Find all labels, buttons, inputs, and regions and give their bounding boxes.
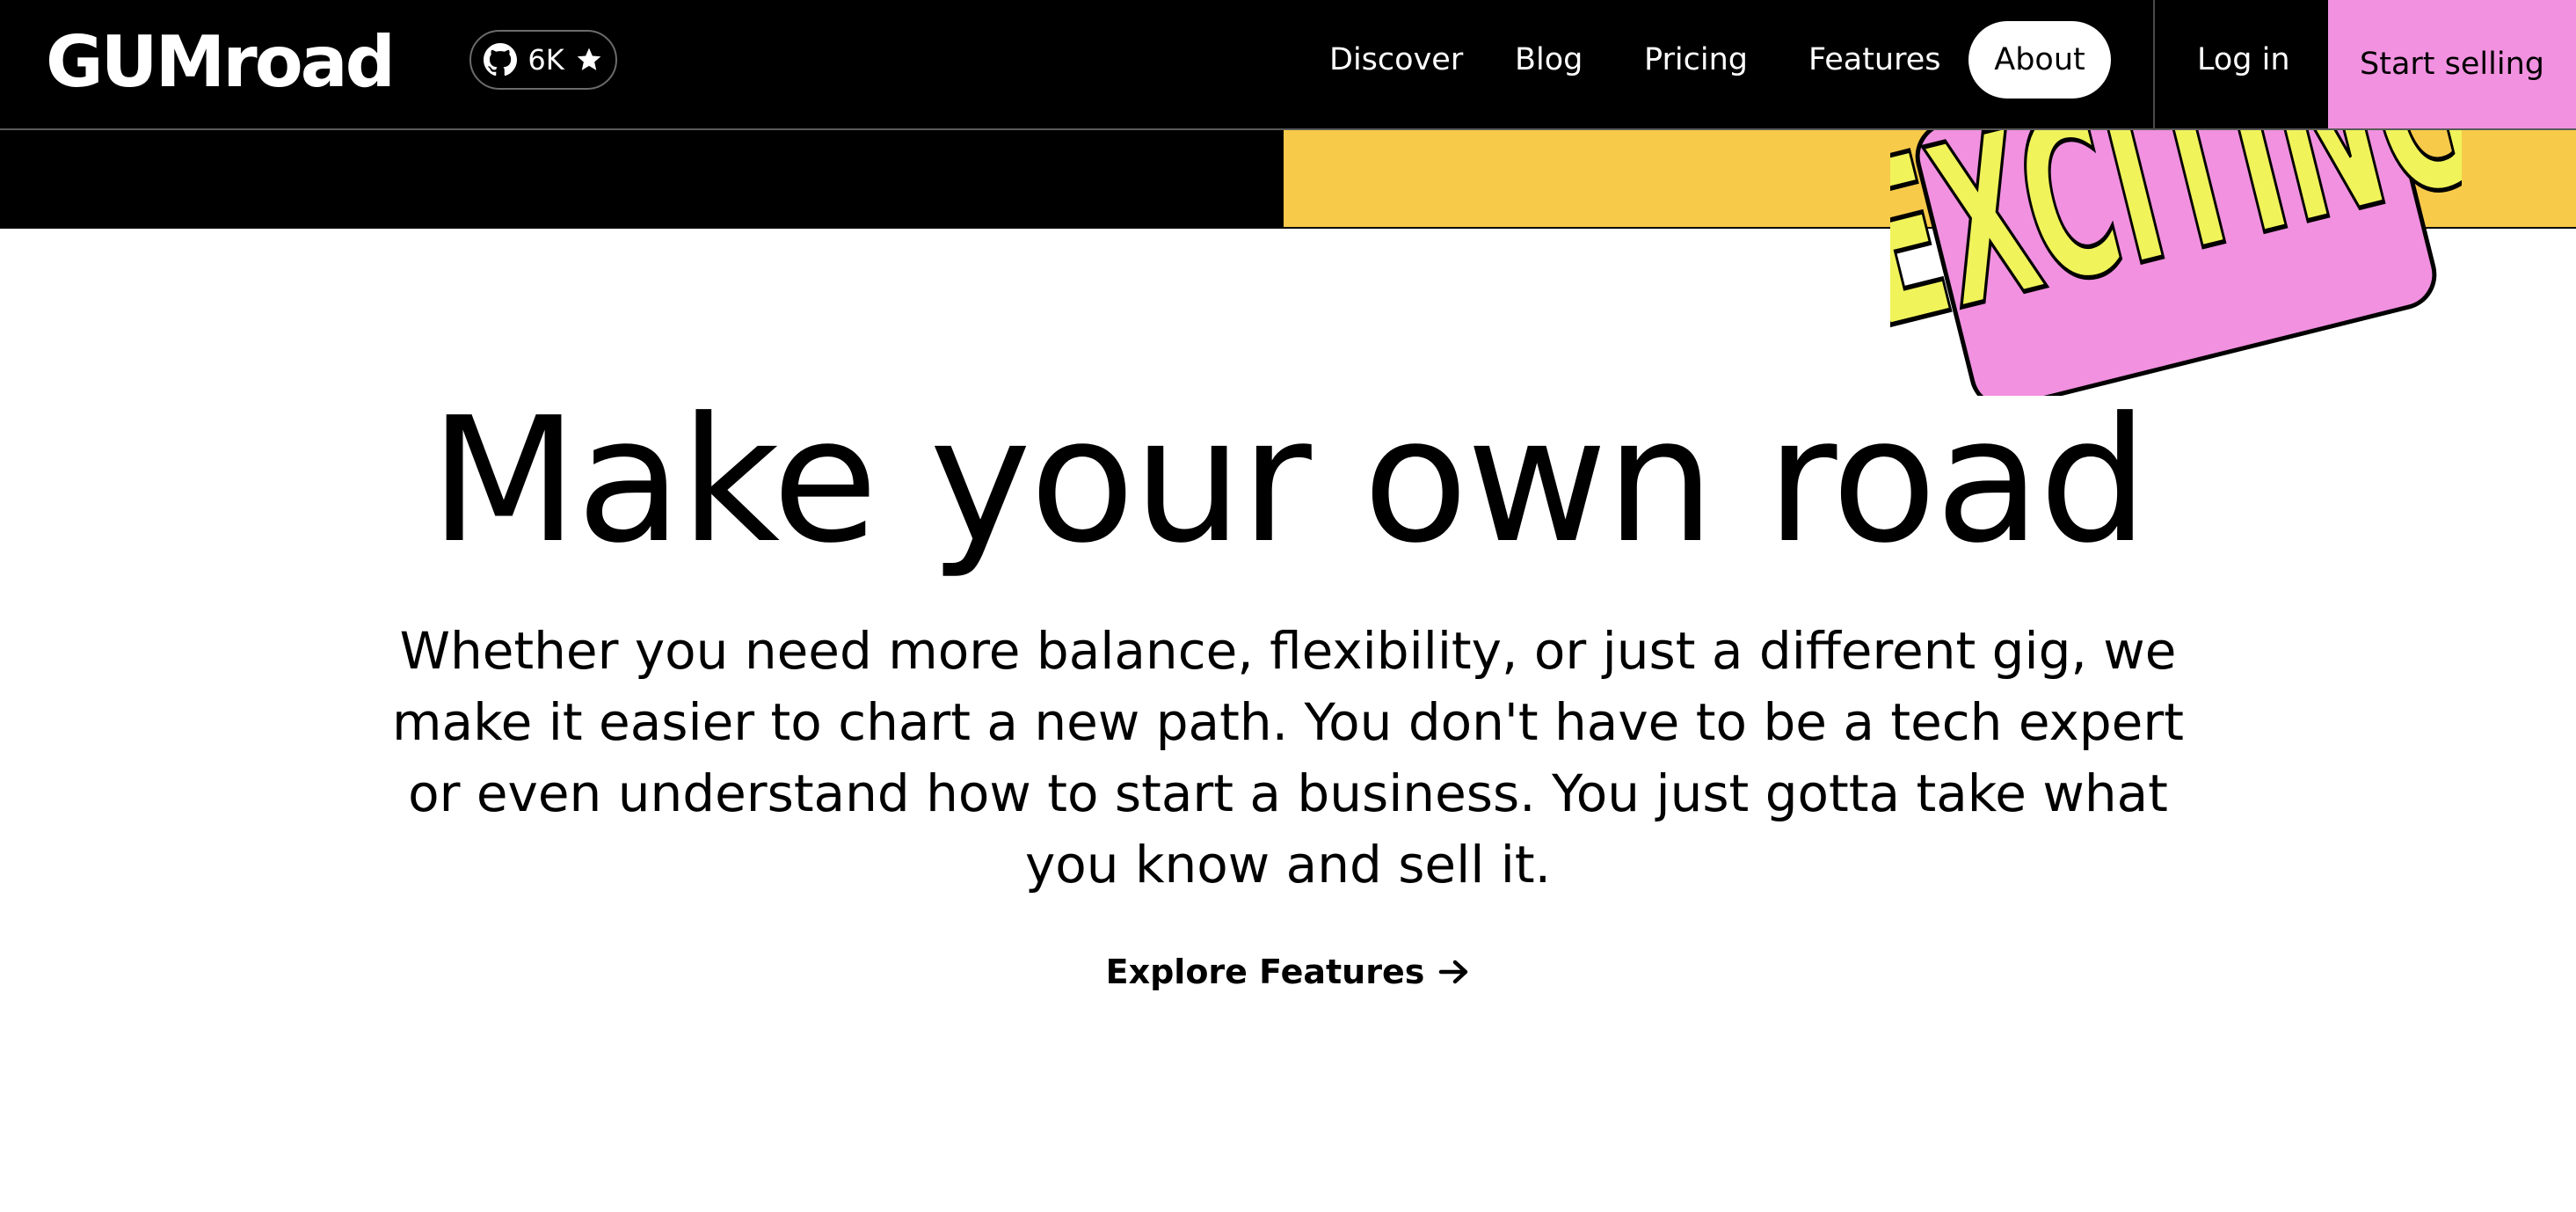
nav-pricing[interactable]: Pricing xyxy=(1644,21,1748,99)
explore-features-link[interactable]: Explore Features xyxy=(1055,943,1521,1001)
explore-features-label: Explore Features xyxy=(1105,953,1425,991)
arrow-right-icon xyxy=(1438,959,1470,985)
hero-description: Whether you need more balance, flexibili… xyxy=(392,621,2184,894)
banner-black-strip xyxy=(0,130,1284,229)
start-selling-button[interactable]: Start selling xyxy=(2328,0,2576,128)
star-icon xyxy=(575,46,603,74)
nav-blog[interactable]: Blog xyxy=(1515,21,1583,99)
github-stars-badge[interactable]: 6K xyxy=(469,30,617,90)
nav-divider xyxy=(2153,0,2155,130)
nav-about[interactable]: About xyxy=(1968,21,2111,99)
github-icon xyxy=(484,43,518,77)
hero-title: Make your own road xyxy=(429,381,2148,581)
nav-features[interactable]: Features xyxy=(1808,21,1941,99)
login-link[interactable]: Log in xyxy=(2197,21,2290,99)
github-star-count: 6K xyxy=(528,43,564,77)
nav-discover[interactable]: Discover xyxy=(1329,21,1463,99)
gumroad-logo[interactable]: GUMroad xyxy=(46,23,396,102)
top-nav-bar: GUMroad 6K Discover Blog Pricing Feature… xyxy=(0,0,2576,130)
